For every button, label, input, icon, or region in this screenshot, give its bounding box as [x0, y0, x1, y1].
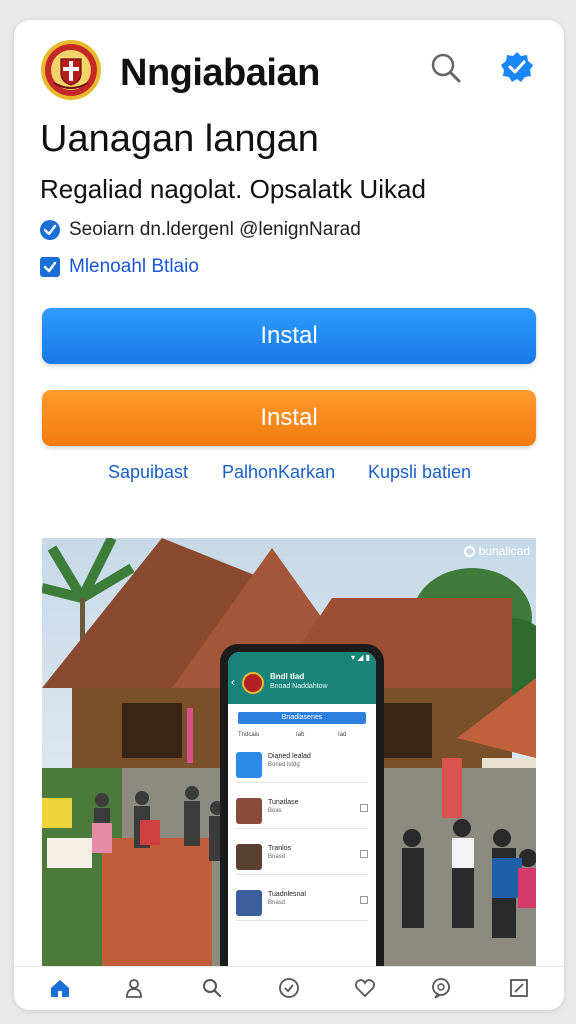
edit-icon[interactable] — [506, 975, 532, 1001]
list-item-title: Tuadnlesnal — [268, 891, 306, 898]
list-item-subtitle: Boned lstdg — [268, 762, 300, 768]
link-palhonkarkan[interactable]: PalhonKarkan — [222, 462, 335, 483]
list-item-thumbnail — [236, 844, 262, 870]
list-item-action-icon[interactable] — [360, 896, 368, 904]
app-card: Nngiabaian Uanagan langan Regaliad nagol… — [14, 20, 564, 1010]
chat-icon[interactable] — [428, 975, 454, 1001]
install-button-primary[interactable]: Instal — [42, 308, 536, 364]
phone-action-bar[interactable]: Bnadlasenes — [238, 712, 366, 724]
search-icon[interactable] — [199, 975, 225, 1001]
phone-status-bar: ▾ ◢ ▮ — [228, 652, 376, 664]
list-item[interactable]: Tunatlase Boas — [236, 794, 368, 829]
list-item[interactable]: Tuadnlesnal Bnasd — [236, 886, 368, 921]
watermark-text: bunalicad — [478, 544, 530, 558]
list-item-subtitle: Bnasd — [268, 900, 286, 906]
subheadline: Regaliad nagolat. Opsalatk Uikad — [40, 174, 426, 204]
headline: Uanagan langan — [40, 118, 319, 160]
list-item-title: Tunatlase — [268, 799, 299, 806]
list-item-thumbnail — [236, 890, 262, 916]
install-button-secondary[interactable]: Instal — [42, 390, 536, 446]
check-label-2[interactable]: Mlenoahl Btlaio — [69, 256, 199, 278]
list-item-thumbnail — [236, 752, 262, 778]
photo-watermark: bunalicad — [463, 544, 530, 558]
verified-badge-icon[interactable] — [500, 50, 534, 84]
list-item[interactable]: Tranlos Bnasd — [236, 840, 368, 875]
app-title: Nngiabaian — [120, 52, 320, 94]
profile-icon[interactable] — [121, 975, 147, 1001]
link-sapuibast[interactable]: Sapuibast — [108, 462, 188, 483]
watermark-icon — [463, 545, 475, 557]
compass-icon[interactable] — [276, 975, 302, 1001]
phone-logo-icon — [242, 672, 264, 694]
list-item[interactable]: Dianed lealad Boned lstdg — [236, 748, 368, 783]
phone-screen: ▾ ◢ ▮ ‹ Bndl tlad Bnoad Naddahtow Bnadla… — [228, 652, 376, 970]
bottom-tab-bar — [14, 966, 564, 1010]
list-item-action-icon[interactable] — [360, 850, 368, 858]
phone-tab-3[interactable]: Iad — [338, 732, 346, 738]
phone-tab-2[interactable]: Iab — [296, 732, 304, 738]
link-kupsli-batien[interactable]: Kupsli batien — [368, 462, 471, 483]
checkbox-checked-icon[interactable] — [40, 257, 60, 277]
phone-app-subtitle: Bnoad Naddahtow — [270, 683, 328, 690]
list-item-thumbnail — [236, 798, 262, 824]
list-item-action-icon[interactable] — [360, 804, 368, 812]
hero-photo: bunalicad ▾ ◢ ▮ ‹ Bndl tlad Bnoad Naddah… — [42, 538, 536, 970]
checkbox-row[interactable]: Mlenoahl Btlaio — [40, 254, 199, 280]
link-row: Sapuibast PalhonKarkan Kupsli batien — [14, 462, 564, 492]
phone-tab-1[interactable]: Tndcaiu — [238, 732, 259, 738]
list-item-title: Tranlos — [268, 845, 292, 852]
crest-logo-icon — [41, 40, 101, 100]
home-icon[interactable] — [47, 975, 73, 1001]
smartphone-mockup: ▾ ◢ ▮ ‹ Bndl tlad Bnoad Naddahtow Bnadla… — [220, 644, 384, 970]
phone-tabs: Tndcaiu Iab Iad — [238, 732, 366, 742]
back-arrow-icon[interactable]: ‹ — [231, 675, 235, 689]
search-icon[interactable] — [428, 50, 464, 86]
app-header: Nngiabaian — [14, 20, 564, 125]
check-circle-icon — [40, 220, 60, 240]
check-label-1: Seoiarn dn.ldergenl @lenignNarad — [69, 219, 361, 240]
list-item-title: Dianed lealad — [268, 753, 311, 760]
list-item-subtitle: Bnasd — [268, 854, 286, 860]
list-item-subtitle: Boas — [268, 808, 282, 814]
verified-check-row: Seoiarn dn.ldergenl @lenignNarad — [40, 217, 361, 243]
heart-icon[interactable] — [352, 975, 378, 1001]
phone-app-header: ‹ Bndl tlad Bnoad Naddahtow — [228, 664, 376, 704]
phone-app-title: Bndl tlad — [270, 672, 305, 681]
